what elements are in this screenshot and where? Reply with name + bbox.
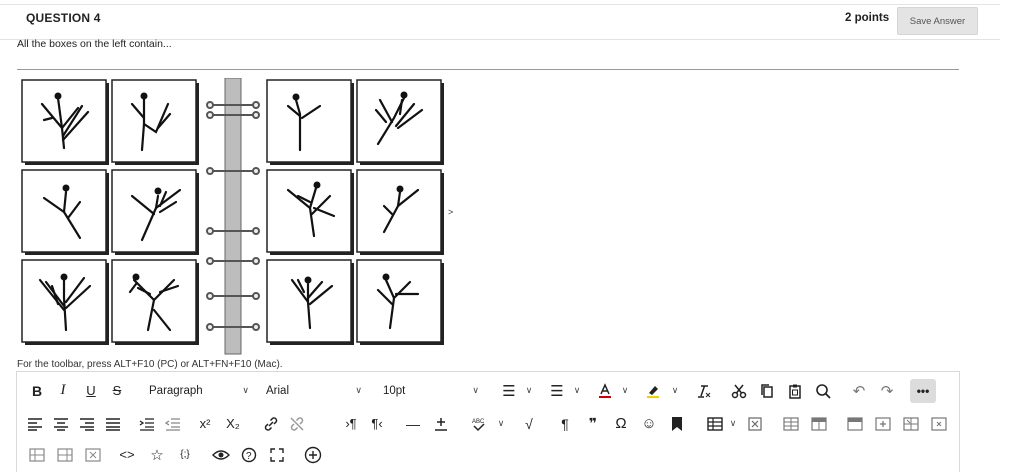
insert-icon[interactable] [429,411,453,437]
divider [17,69,959,70]
chevron-down-icon[interactable]: ∨ [489,411,513,437]
svg-text:?: ? [246,451,252,462]
box-r2 [356,79,444,165]
box-r3 [266,169,354,255]
highlight-color-icon[interactable] [641,378,665,404]
italic-button[interactable]: I [51,378,75,404]
box-r1 [266,79,354,165]
font-size-select[interactable]: 10pt ∨ [383,379,479,403]
box-r4 [356,169,444,255]
bookmark-icon[interactable] [665,411,689,437]
blockquote-button[interactable]: ❞ [581,411,605,437]
link-icon[interactable] [259,411,283,437]
redo-icon[interactable]: ↷ [875,378,899,404]
chevron-down-icon[interactable]: ∨ [663,378,687,404]
toolbar-row-3: <> ☆ {;} ? [17,438,959,471]
box-l6 [111,259,199,345]
box-l1 [21,79,109,165]
align-right-icon[interactable] [75,411,99,437]
undo-icon[interactable]: ↶ [847,378,871,404]
question-prompt: All the boxes on the left contain... [17,38,172,50]
insert-column-before-icon[interactable] [25,442,49,468]
editor-toolbar: B I U S Paragraph ∨ Arial ∨ 10pt ∨ ☰ ∨ ☰… [16,371,960,472]
box-l2 [111,79,199,165]
special-character-button[interactable]: Ω [609,411,633,437]
font-family-value: Arial [266,384,290,397]
subscript-button[interactable]: X₂ [221,411,245,437]
ltr-icon[interactable]: ›¶ [339,411,363,437]
copy-icon[interactable] [755,378,779,404]
insert-row-after-icon[interactable] [871,411,895,437]
paragraph-mark-button[interactable]: ¶ [553,411,577,437]
toolbar-hint: For the toolbar, press ALT+F10 (PC) or A… [17,359,283,370]
chevron-down-icon: ∨ [472,385,479,395]
table-properties-icon[interactable] [779,411,803,437]
unlink-icon[interactable] [285,411,309,437]
toolbar-row-2: x² X₂ ›¶ ¶‹ — ABC ∨ √ ¶ ❞ Ω ☺ ∨ [17,407,959,440]
chevron-down-icon[interactable]: ∨ [721,411,745,437]
code-sample-button[interactable]: {;} [173,442,197,468]
font-size-value: 10pt [383,384,406,397]
cut-icon[interactable] [727,378,751,404]
question-header: QUESTION 4 2 points Save Answer [0,4,1000,40]
underline-button[interactable]: U [79,378,103,404]
help-icon[interactable]: ? [237,442,261,468]
emoji-icon[interactable]: ☺ [637,411,661,437]
save-answer-button[interactable]: Save Answer [897,7,978,35]
insert-row-before-icon[interactable] [843,411,867,437]
preview-icon[interactable] [209,442,233,468]
more-options-button[interactable]: ••• [910,378,936,403]
strikethrough-button[interactable]: S [105,378,129,404]
justify-icon[interactable] [101,411,125,437]
box-l4 [111,169,199,255]
puzzle-image [21,78,444,355]
chevron-down-icon[interactable]: ∨ [565,378,589,404]
delete-column-icon[interactable] [81,442,105,468]
left-panel [21,79,199,345]
box-l3 [21,169,109,255]
binder-spine [224,78,242,355]
insert-column-after-icon[interactable] [53,442,77,468]
indent-icon[interactable] [135,411,159,437]
paragraph-format-value: Paragraph [149,384,203,397]
add-content-icon[interactable] [301,442,325,468]
box-l5 [21,259,109,345]
font-family-select[interactable]: Arial ∨ [266,379,362,403]
chevron-down-icon: ∨ [242,385,249,395]
find-icon[interactable] [811,378,835,404]
insert-column-icon[interactable] [927,411,951,437]
table-row-icon[interactable] [807,411,831,437]
clear-formatting-icon[interactable] [691,378,715,404]
accessibility-icon[interactable]: ☆ [145,442,169,468]
math-icon[interactable]: √ [517,411,541,437]
next-arrow-icon[interactable]: > [448,207,453,217]
outdent-icon[interactable] [161,411,185,437]
align-left-icon[interactable] [23,411,47,437]
align-center-icon[interactable] [49,411,73,437]
spellcheck-icon[interactable]: ABC [467,411,491,437]
chevron-down-icon[interactable]: ∨ [517,378,541,404]
toolbar-row-1: B I U S Paragraph ∨ Arial ∨ 10pt ∨ ☰ ∨ ☰… [17,374,959,407]
paste-icon[interactable] [783,378,807,404]
paragraph-format-select[interactable]: Paragraph ∨ [149,379,249,403]
right-panel [266,79,444,345]
question-title: QUESTION 4 [26,11,101,25]
chevron-down-icon: ∨ [355,385,362,395]
fullscreen-icon[interactable] [265,442,289,468]
delete-table-icon[interactable] [743,411,767,437]
bold-button[interactable]: B [25,378,49,404]
question-points: 2 points [845,12,890,24]
box-r6 [356,259,444,345]
horizontal-line-icon[interactable]: — [401,411,425,437]
delete-row-icon[interactable] [899,411,923,437]
chevron-down-icon[interactable]: ∨ [613,378,637,404]
box-r5 [266,259,354,345]
source-code-button[interactable]: <> [115,442,139,468]
rtl-icon[interactable]: ¶‹ [365,411,389,437]
superscript-button[interactable]: x² [193,411,217,437]
